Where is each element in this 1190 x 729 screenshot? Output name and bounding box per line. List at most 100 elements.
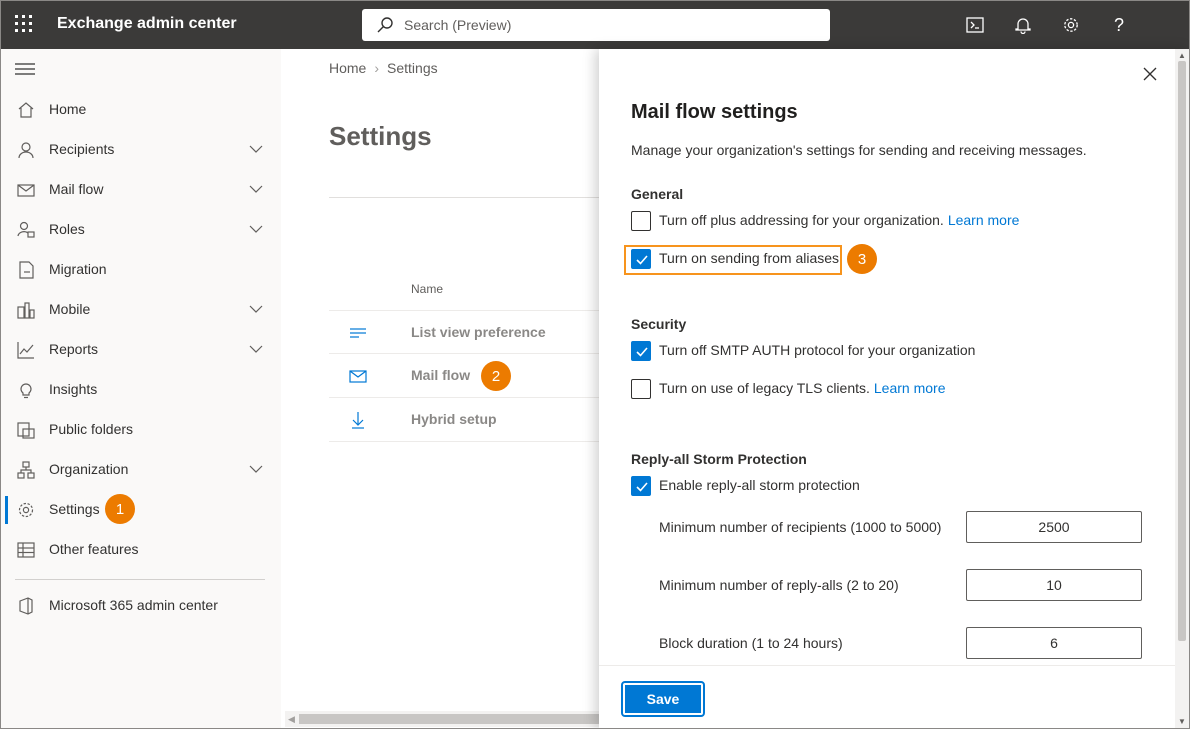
download-icon: [352, 412, 364, 429]
nav-item-migration[interactable]: Migration: [1, 250, 281, 290]
close-icon[interactable]: [1139, 63, 1161, 85]
smtp-auth-checkbox[interactable]: [631, 341, 651, 361]
help-icon[interactable]: ?: [1107, 13, 1131, 37]
learn-more-link[interactable]: Learn more: [948, 212, 1020, 228]
breadcrumb-current: Settings: [387, 60, 438, 76]
nav-label: Roles: [49, 221, 85, 237]
callout-badge-3: 3: [847, 244, 877, 274]
divider: [329, 197, 619, 198]
chevron-down-icon[interactable]: [249, 184, 263, 194]
mail-icon: [349, 370, 367, 383]
nav-item-mobile[interactable]: Mobile: [1, 290, 281, 330]
roles-icon: [17, 221, 35, 238]
office-icon: [19, 597, 33, 615]
learn-more-link[interactable]: Learn more: [874, 380, 946, 396]
nav-item-public-folders[interactable]: Public folders: [1, 410, 281, 450]
checkbox-label: Turn off plus addressing for your organi…: [659, 212, 1020, 228]
list-icon: [350, 328, 366, 338]
app-title[interactable]: Exchange admin center: [57, 15, 237, 33]
chart-icon: [17, 342, 34, 359]
nav-label: Microsoft 365 admin center: [49, 597, 218, 613]
nav-item-organization[interactable]: Organization: [1, 450, 281, 490]
scrollbar-thumb[interactable]: [299, 714, 599, 724]
column-header-name[interactable]: Name: [411, 282, 443, 296]
person-icon: [18, 142, 34, 159]
breadcrumb-home[interactable]: Home: [329, 60, 366, 76]
cloud-shell-icon[interactable]: [963, 13, 987, 37]
table-row[interactable]: Mail flow 2: [329, 354, 629, 398]
chevron-down-icon[interactable]: [249, 144, 263, 154]
nav-divider: [15, 579, 265, 580]
horizontal-scrollbar[interactable]: ◀: [285, 711, 599, 727]
hamburger-icon[interactable]: [15, 61, 35, 77]
checkmark-icon: [636, 347, 648, 357]
scroll-down-icon[interactable]: ▼: [1178, 717, 1186, 726]
chevron-down-icon[interactable]: [249, 464, 263, 474]
row-label: Mail flow: [411, 367, 471, 383]
app-launcher-icon[interactable]: [15, 15, 35, 35]
home-icon: [18, 102, 34, 118]
nav-label: Recipients: [49, 141, 115, 157]
mail-icon: [17, 184, 35, 197]
nav-item-m365-admin[interactable]: Microsoft 365 admin center: [1, 586, 281, 626]
lightbulb-icon: [20, 383, 32, 399]
send-from-aliases-checkbox[interactable]: [631, 249, 651, 269]
panel-title: Mail flow settings: [631, 101, 798, 123]
storm-protection-checkbox[interactable]: [631, 476, 651, 496]
checkbox-label: Turn on use of legacy TLS clients. Learn …: [659, 380, 946, 396]
search-input[interactable]: [404, 9, 814, 41]
nav-item-reports[interactable]: Reports: [1, 330, 281, 370]
migration-icon: [19, 261, 34, 279]
org-icon: [17, 461, 35, 479]
mail-flow-settings-panel: Mail flow settings Manage your organizat…: [599, 49, 1189, 728]
chevron-down-icon[interactable]: [249, 224, 263, 234]
selection-indicator: [5, 496, 8, 524]
scroll-left-icon[interactable]: ◀: [288, 714, 295, 725]
nav-label: Settings: [49, 501, 100, 517]
nav-item-other-features[interactable]: Other features: [1, 530, 281, 570]
chevron-down-icon[interactable]: [249, 344, 263, 354]
min-reply-alls-label: Minimum number of reply-alls (2 to 20): [659, 577, 899, 593]
min-reply-alls-input[interactable]: [966, 569, 1142, 601]
scrollbar-thumb[interactable]: [1178, 61, 1186, 641]
search-icon: [377, 17, 393, 33]
chevron-down-icon[interactable]: [249, 304, 263, 314]
table-row[interactable]: List view preference: [329, 310, 629, 354]
mobile-icon: [17, 302, 35, 319]
nav-item-mail-flow[interactable]: Mail flow: [1, 170, 281, 210]
vertical-scrollbar[interactable]: ▲ ▼: [1175, 49, 1189, 728]
callout-badge-2: 2: [481, 361, 511, 391]
folder-icon: [17, 422, 35, 439]
row-label: Hybrid setup: [411, 411, 497, 427]
checkmark-icon: [636, 255, 648, 265]
min-recipients-input[interactable]: [966, 511, 1142, 543]
nav-item-recipients[interactable]: Recipients: [1, 130, 281, 170]
main-content: Home › Settings Settings Name List view pr…: [281, 49, 629, 728]
nav-item-settings[interactable]: Settings 1: [1, 490, 281, 530]
nav-label: Home: [49, 101, 87, 117]
save-button[interactable]: Save: [621, 681, 705, 717]
panel-description: Manage your organization's settings for …: [631, 142, 1087, 158]
nav-item-home[interactable]: Home: [1, 90, 281, 130]
nav-label: Mobile: [49, 301, 91, 317]
block-duration-input[interactable]: [966, 627, 1142, 659]
section-heading-general: General: [631, 186, 684, 202]
scroll-up-icon[interactable]: ▲: [1178, 51, 1186, 60]
legacy-tls-checkbox[interactable]: [631, 379, 651, 399]
grid-icon: [17, 542, 35, 558]
section-heading-storm: Reply-all Storm Protection: [631, 451, 807, 467]
gear-icon[interactable]: [1059, 13, 1083, 37]
table-row[interactable]: Hybrid setup: [329, 398, 629, 442]
checkbox-label: Turn off SMTP AUTH protocol for your org…: [659, 342, 976, 358]
search-box[interactable]: [362, 9, 830, 41]
bell-icon[interactable]: [1011, 13, 1035, 37]
nav-label: Migration: [49, 261, 107, 277]
checkbox-label: Turn on sending from aliases: [659, 250, 840, 266]
nav-label: Organization: [49, 461, 129, 477]
nav-item-roles[interactable]: Roles: [1, 210, 281, 250]
plus-addressing-checkbox[interactable]: [631, 211, 651, 231]
app-window: Exchange admin center ? Home: [0, 0, 1190, 729]
nav-item-insights[interactable]: Insights: [1, 370, 281, 410]
nav-label: Reports: [49, 341, 99, 357]
section-heading-security: Security: [631, 316, 687, 332]
